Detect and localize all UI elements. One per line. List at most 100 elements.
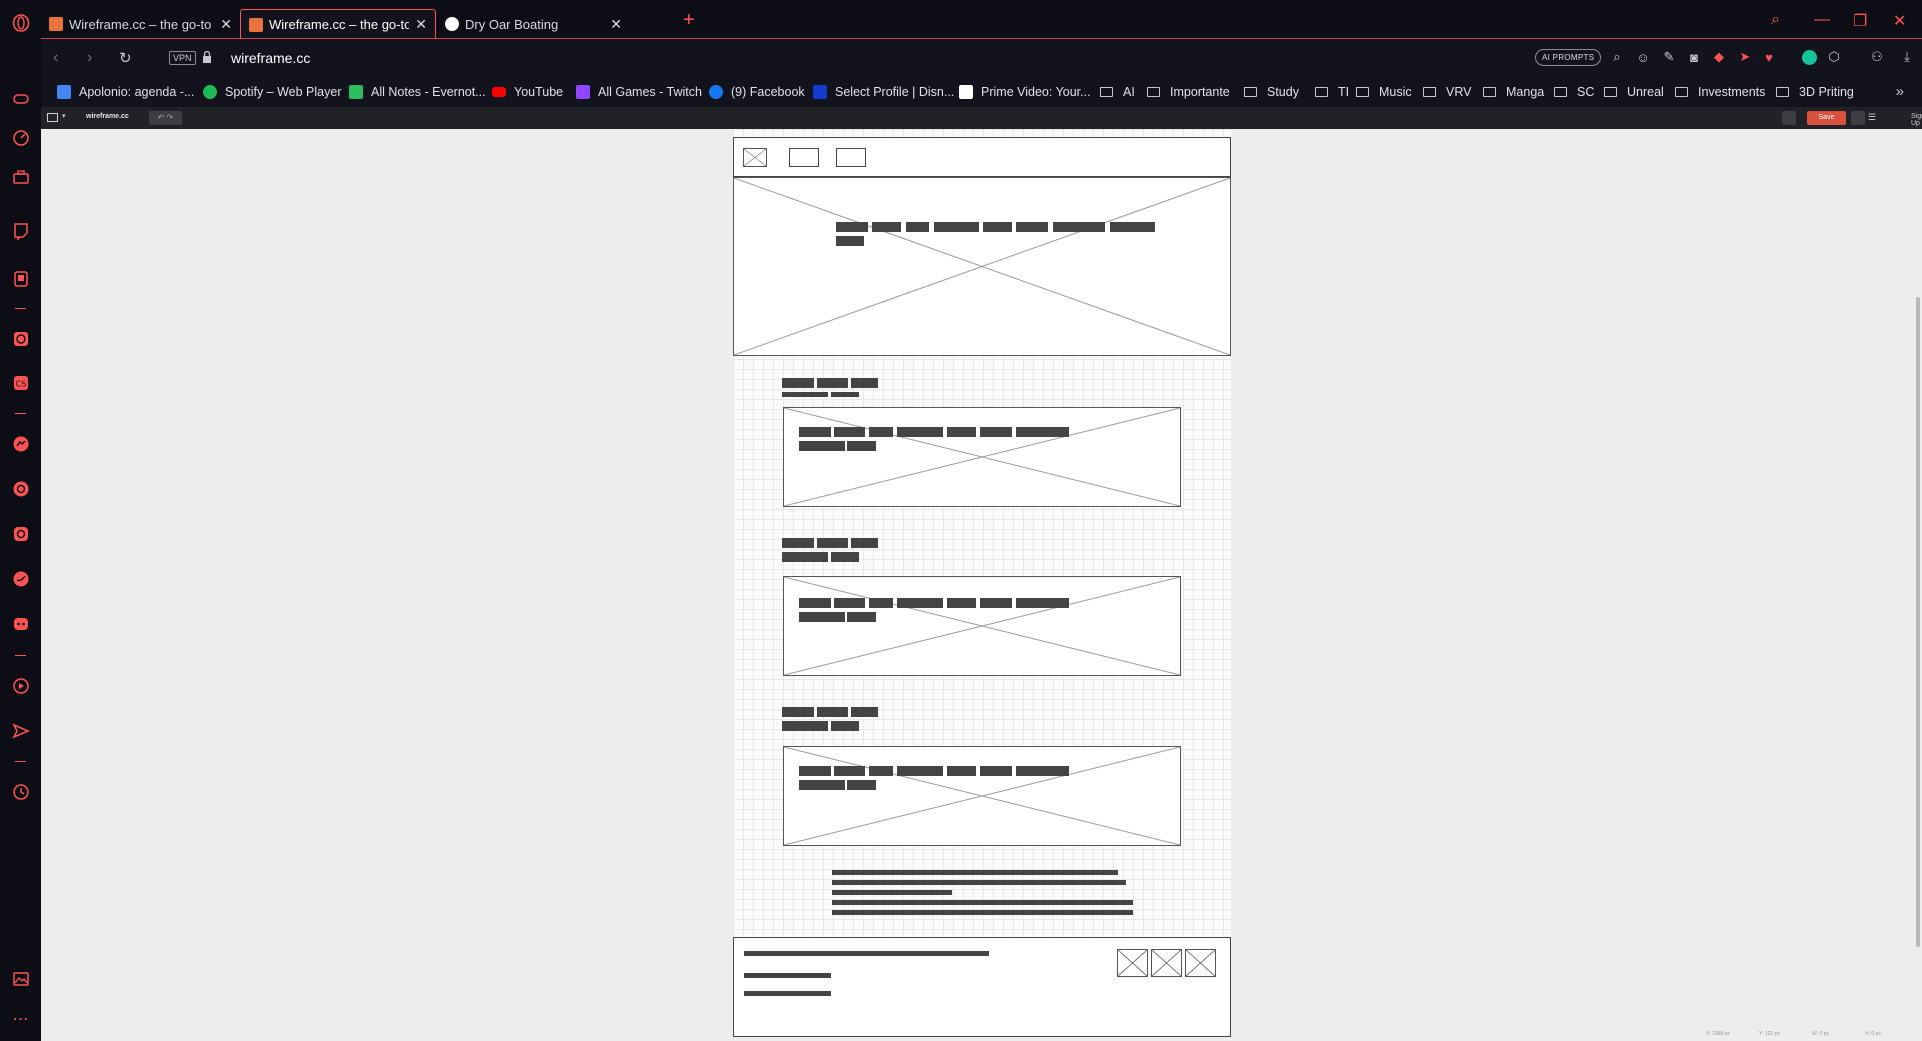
pocket-icon[interactable]: ◆: [1711, 49, 1727, 65]
heart-icon[interactable]: ♥: [1761, 49, 1777, 65]
wf-text-block: [983, 222, 1012, 232]
wf-heading-block: [782, 707, 814, 717]
bookmark-folder[interactable]: 3D Priting: [1776, 85, 1854, 99]
more-icon[interactable]: ⋯: [10, 1008, 31, 1029]
wf-social-placeholder[interactable]: [1117, 949, 1148, 977]
undo-redo-buttons[interactable]: ↶ ↷: [149, 111, 182, 125]
music-player-icon[interactable]: [10, 675, 31, 696]
bookmark-label: AI: [1123, 85, 1135, 99]
menu-icon[interactable]: ☰: [1868, 112, 1876, 123]
cs-icon[interactable]: CS: [10, 372, 31, 393]
bookmark-folder[interactable]: Study: [1244, 85, 1299, 99]
bookmark[interactable]: All Games - Twitch: [576, 85, 702, 99]
tab[interactable]: Wireframe.cc – the go-to fr ✕: [41, 9, 240, 39]
bookmark[interactable]: All Notes - Evernot...: [349, 85, 486, 99]
chatgpt-icon[interactable]: [10, 328, 31, 349]
bookmark-folder[interactable]: TI: [1315, 85, 1349, 99]
back-button[interactable]: ‹: [53, 49, 58, 67]
wireframe-page[interactable]: [733, 129, 1231, 1037]
search-tabs-icon[interactable]: ⌕: [1771, 11, 1780, 29]
close-tab-icon[interactable]: ✕: [610, 16, 622, 33]
speed-dial-icon[interactable]: [10, 127, 31, 148]
grammarly-icon[interactable]: [1801, 49, 1817, 65]
wf-card-image[interactable]: [783, 746, 1181, 846]
signup-link[interactable]: Sign Up: [1911, 113, 1922, 127]
instagram-icon[interactable]: [10, 523, 31, 544]
url-input[interactable]: wireframe.cc: [231, 50, 310, 66]
close-tab-icon[interactable]: ✕: [220, 16, 232, 33]
bookmark-folder[interactable]: Investments: [1675, 85, 1765, 99]
page-size-icon[interactable]: [47, 113, 58, 122]
bookmark-folder[interactable]: Manga: [1483, 85, 1544, 99]
bookmark[interactable]: (9) Facebook: [709, 85, 805, 99]
flow-send-icon[interactable]: ➤: [1737, 49, 1753, 65]
cube-icon[interactable]: ⬡: [1826, 49, 1842, 65]
gamepad-icon[interactable]: [10, 88, 31, 109]
svg-text:CS: CS: [15, 379, 26, 388]
globe-icon: [445, 17, 459, 31]
wf-social-placeholder[interactable]: [1151, 949, 1182, 977]
bookmark[interactable]: Apolonio: agenda -...: [57, 85, 194, 99]
new-tab-button[interactable]: +: [683, 10, 695, 30]
wf-text-block: [897, 427, 943, 437]
wf-nav-button[interactable]: [836, 148, 866, 167]
bookmark-folder[interactable]: Unreal: [1604, 85, 1664, 99]
save-button[interactable]: Save: [1807, 111, 1846, 125]
player-icon[interactable]: [10, 268, 31, 289]
gallery-icon[interactable]: [10, 968, 31, 989]
bookmark[interactable]: Spotify – Web Player: [203, 85, 342, 99]
lock-icon[interactable]: [202, 51, 212, 64]
search-icon[interactable]: ⌕: [1609, 49, 1625, 65]
wf-paragraph-line: [832, 870, 1118, 875]
download-icon[interactable]: ⤓: [1899, 49, 1915, 65]
close-window-button[interactable]: ✕: [1893, 11, 1906, 31]
minimize-button[interactable]: —: [1814, 11, 1830, 29]
discord-icon[interactable]: [10, 613, 31, 634]
restore-button[interactable]: ❐: [1853, 11, 1867, 31]
opera-logo-icon[interactable]: [10, 12, 31, 33]
wf-nav-button[interactable]: [789, 148, 819, 167]
wf-logo-placeholder[interactable]: [743, 148, 767, 167]
bookmark[interactable]: Prime Video: Your...: [959, 85, 1091, 99]
wf-hero-image[interactable]: [733, 177, 1231, 356]
bookmark-folder[interactable]: VRV: [1423, 85, 1471, 99]
tab-active[interactable]: Wireframe.cc – the go-to fr ✕: [240, 9, 436, 39]
twitch-icon[interactable]: [10, 220, 31, 241]
bookmarks-overflow-icon[interactable]: »: [1896, 83, 1904, 100]
messenger-icon[interactable]: [10, 433, 31, 454]
vpn-badge[interactable]: VPN: [169, 51, 196, 65]
wf-card-image[interactable]: [783, 407, 1181, 507]
send-icon[interactable]: [10, 720, 31, 741]
sidebar-divider: [15, 761, 26, 762]
history-icon[interactable]: [10, 781, 31, 802]
scrollbar[interactable]: [1916, 297, 1920, 947]
briefcase-icon[interactable]: [10, 166, 31, 187]
emoji-icon[interactable]: ☺: [1635, 49, 1651, 65]
bookmark-folder[interactable]: SC: [1554, 85, 1594, 99]
bookmark[interactable]: YouTube: [492, 85, 563, 99]
wf-social-placeholder[interactable]: [1185, 949, 1216, 977]
wf-card-image[interactable]: [783, 576, 1181, 676]
wf-text-block: [872, 222, 901, 232]
twitter-icon[interactable]: [10, 568, 31, 589]
close-tab-icon[interactable]: ✕: [415, 16, 427, 33]
edit-icon[interactable]: ✎: [1661, 49, 1677, 65]
wf-text-block: [836, 222, 868, 232]
whatsapp-icon[interactable]: [10, 478, 31, 499]
settings-icon[interactable]: [1851, 111, 1865, 125]
wf-text-block: [834, 427, 865, 437]
bookmark-folder[interactable]: Importante: [1147, 85, 1230, 99]
bookmark-folder[interactable]: Music: [1356, 85, 1412, 99]
comment-icon[interactable]: [1782, 111, 1796, 125]
bookmark-folder[interactable]: AI: [1100, 85, 1135, 99]
profile-icon[interactable]: ⚇: [1869, 49, 1885, 65]
reload-button[interactable]: ↻: [119, 49, 132, 67]
ai-prompts-button[interactable]: AI PROMPTS: [1535, 49, 1602, 66]
camera-icon[interactable]: ◙: [1686, 49, 1702, 65]
wf-text-block: [1016, 222, 1048, 232]
bookmark[interactable]: Select Profile | Disn...: [813, 85, 954, 99]
folder-icon: [1100, 87, 1113, 97]
chevron-down-icon[interactable]: ▾: [62, 112, 66, 120]
tab[interactable]: Dry Oar Boating ✕: [437, 9, 630, 39]
forward-button[interactable]: ›: [87, 49, 92, 67]
